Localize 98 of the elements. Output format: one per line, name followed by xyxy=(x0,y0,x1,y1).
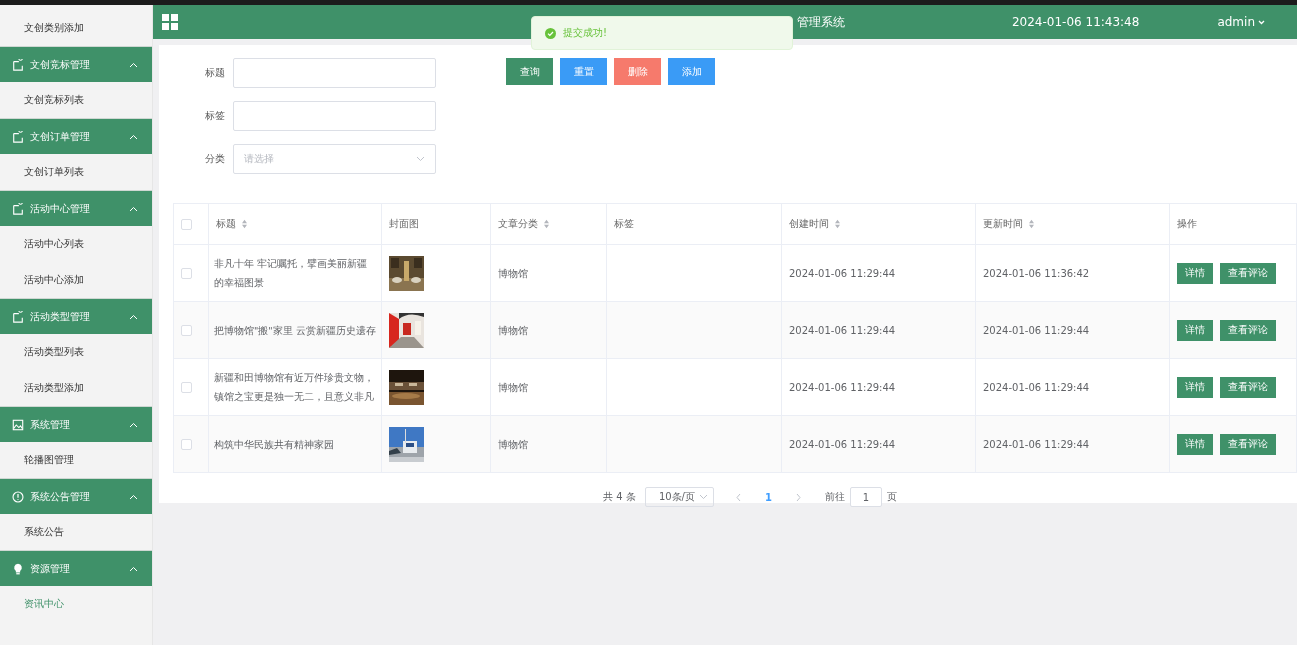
row-button[interactable]: 详情 xyxy=(1177,433,1213,455)
column-header: 标签 xyxy=(614,217,634,231)
row-button[interactable]: 详情 xyxy=(1177,376,1213,398)
input-field[interactable] xyxy=(233,58,436,88)
menu-item[interactable]: 活动中心添加 xyxy=(0,262,152,298)
chevron-icon xyxy=(129,421,138,428)
menu-group[interactable]: 活动类型管理 xyxy=(0,298,152,334)
menu-group[interactable]: 资源管理 xyxy=(0,550,152,586)
page-suffix: 页 xyxy=(886,490,897,504)
action-button[interactable]: 删除 xyxy=(614,58,661,85)
menu-group[interactable]: 文创订单管理 xyxy=(0,118,152,154)
menu-item[interactable]: 资讯中心 xyxy=(0,586,152,622)
field-label: 标签 xyxy=(205,109,225,123)
chevron-icon xyxy=(129,565,138,572)
menu-item[interactable]: 活动类型列表 xyxy=(0,334,152,370)
input-field[interactable] xyxy=(233,101,436,131)
document-icon xyxy=(12,310,24,323)
column-header: 文章分类 xyxy=(498,217,538,231)
chevron-icon xyxy=(129,313,138,320)
menu-group[interactable]: 系统公告管理 xyxy=(0,478,152,514)
checkbox[interactable] xyxy=(181,267,192,279)
table-cell-text: 博物馆 xyxy=(498,323,528,338)
menu-group[interactable]: 活动中心管理 xyxy=(0,190,152,226)
table-cell-text: 博物馆 xyxy=(498,266,528,281)
column-header: 更新时间 xyxy=(983,217,1023,231)
sort-icon[interactable] xyxy=(1028,219,1035,229)
checkbox[interactable] xyxy=(181,381,192,393)
row-button[interactable]: 查看评论 xyxy=(1220,319,1276,341)
app-title: 管理系统 xyxy=(797,14,845,29)
menu-item[interactable]: 轮播图管理 xyxy=(0,442,152,478)
toast-message: 提交成功! xyxy=(563,26,607,40)
menu-item[interactable]: 文创类别添加 xyxy=(0,10,152,46)
field-label: 分类 xyxy=(205,152,225,166)
table-cell-text: 2024-01-06 11:29:44 xyxy=(983,323,1090,338)
column-header: 创建时间 xyxy=(789,217,829,231)
sort-icon[interactable] xyxy=(241,219,248,229)
document-icon xyxy=(12,130,24,143)
checkbox[interactable] xyxy=(181,324,192,336)
grid-icon[interactable] xyxy=(162,14,178,30)
check-circle-icon xyxy=(545,27,556,39)
field-label: 标题 xyxy=(205,66,225,80)
row-button[interactable]: 详情 xyxy=(1177,262,1213,284)
action-button[interactable]: 重置 xyxy=(560,58,607,85)
table-cell-text: 把博物馆"搬"家里 云赏新疆历史遗存 xyxy=(214,323,376,338)
checkbox[interactable] xyxy=(181,438,192,450)
row-button[interactable]: 详情 xyxy=(1177,319,1213,341)
menu-group[interactable]: 系统管理 xyxy=(0,406,152,442)
action-button[interactable]: 查询 xyxy=(506,58,553,85)
table-cell-text: 2024-01-06 11:29:44 xyxy=(983,380,1090,395)
menu-item[interactable]: 活动类型添加 xyxy=(0,370,152,406)
table-cell-text: 构筑中华民族共有精神家园 xyxy=(214,437,334,452)
next-icon[interactable] xyxy=(794,492,802,502)
row-button[interactable]: 查看评论 xyxy=(1220,433,1276,455)
bulb-icon xyxy=(12,562,24,575)
chevron-icon xyxy=(698,494,708,500)
page-size-select[interactable]: 10条/页 xyxy=(644,487,714,507)
page-number[interactable]: 1 xyxy=(750,491,786,503)
column-header: 标题 xyxy=(216,217,236,231)
document-icon xyxy=(12,58,24,71)
table-cell-text: 非凡十年 牢记嘱托，擘画美丽新疆的幸福图景 xyxy=(214,257,369,290)
sort-icon[interactable] xyxy=(834,219,841,229)
chevron-icon[interactable] xyxy=(416,156,425,162)
select-field[interactable]: 请选择 xyxy=(233,144,436,174)
goto-label: 前往 xyxy=(824,490,845,504)
menu-item[interactable]: 活动中心列表 xyxy=(0,226,152,262)
table-cell-text: 博物馆 xyxy=(498,437,528,452)
column-header: 操作 xyxy=(1177,217,1197,231)
table-cell-text: 2024-01-06 11:29:44 xyxy=(789,437,896,452)
table-cell-text: 2024-01-06 11:29:44 xyxy=(789,323,896,338)
table-cell-text: 2024-01-06 11:29:44 xyxy=(983,437,1090,452)
sort-icon[interactable] xyxy=(543,219,550,229)
chevron-icon xyxy=(129,493,138,500)
table-cell-text: 新疆和田博物馆有近万件珍贵文物，镇馆之宝更是独一无二，且意义非凡 xyxy=(214,371,375,404)
column-header: 封面图 xyxy=(389,217,419,231)
datetime: 2024-01-06 11:43:48 xyxy=(1011,15,1140,29)
caret-icon[interactable] xyxy=(1258,19,1265,25)
table-cell-text: 2024-01-06 11:29:44 xyxy=(789,380,896,395)
chevron-icon xyxy=(129,205,138,212)
menu-item[interactable]: 文创订单列表 xyxy=(0,154,152,190)
row-button[interactable]: 查看评论 xyxy=(1220,262,1276,284)
checkbox[interactable] xyxy=(181,218,192,230)
total-count: 共 4 条 xyxy=(603,490,636,504)
table-cell-text: 博物馆 xyxy=(498,380,528,395)
menu-item[interactable]: 系统公告 xyxy=(0,514,152,550)
chevron-icon xyxy=(129,133,138,140)
document-icon xyxy=(12,202,24,215)
menu-group[interactable]: 文创竞标管理 xyxy=(0,46,152,82)
menu-item[interactable]: 文创竞标列表 xyxy=(0,82,152,118)
user-menu[interactable]: admin xyxy=(1217,15,1265,29)
action-button[interactable]: 添加 xyxy=(668,58,715,85)
table-cell-text: 2024-01-06 11:29:44 xyxy=(789,266,896,281)
chevron-icon xyxy=(129,61,138,68)
prev-icon[interactable] xyxy=(734,492,742,502)
row-button[interactable]: 查看评论 xyxy=(1220,376,1276,398)
info-icon xyxy=(12,490,24,503)
image-icon xyxy=(12,418,24,431)
table-cell-text: 2024-01-06 11:36:42 xyxy=(983,266,1090,281)
page-input[interactable]: 1 xyxy=(849,487,882,507)
